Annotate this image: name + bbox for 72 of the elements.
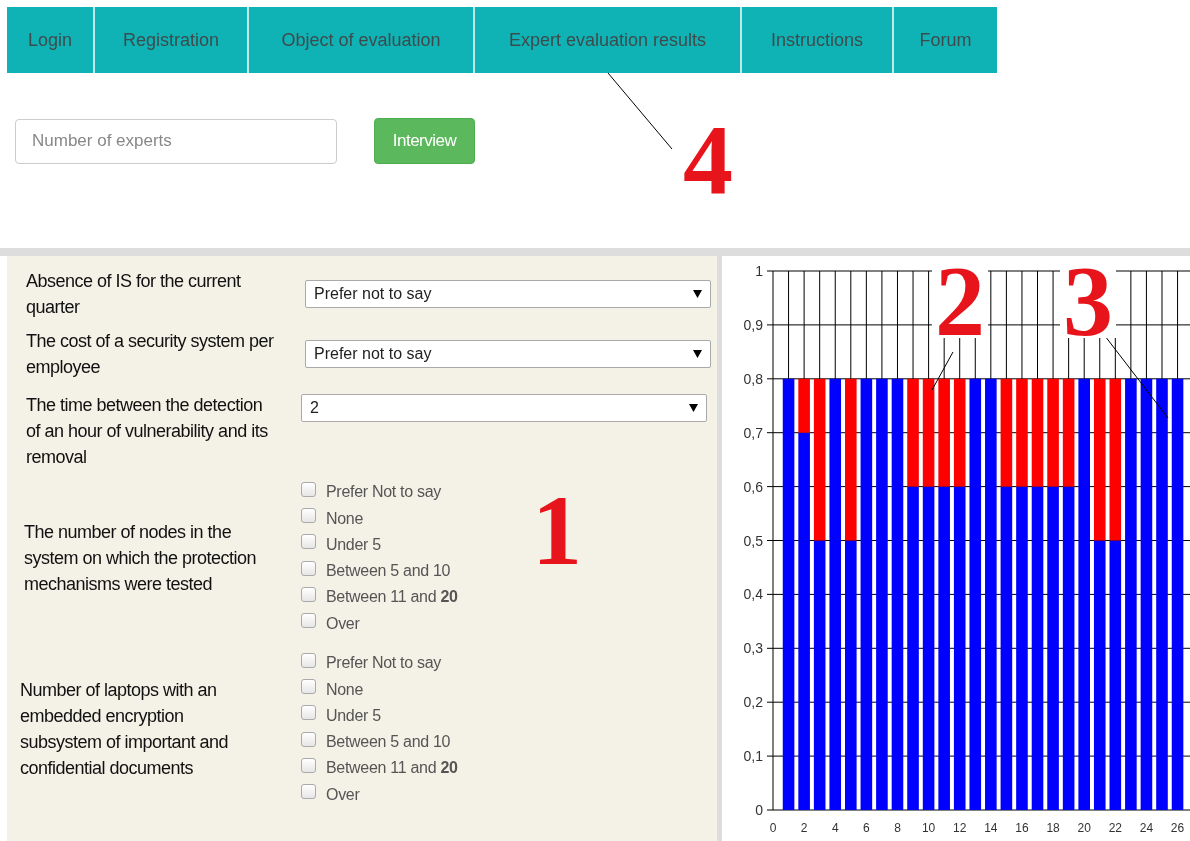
option-label: Prefer Not to say (326, 654, 441, 673)
experts-input[interactable]: Number of experts (15, 118, 337, 164)
x-tick-label: 6 (863, 821, 870, 835)
x-tick-label: 24 (1139, 821, 1154, 835)
x-tick-label: 14 (984, 821, 998, 835)
caret-icon (693, 350, 702, 358)
option-label: Between 11 and 20 (326, 588, 458, 607)
nav-tab[interactable]: Object of evaluation (249, 7, 475, 73)
checkbox[interactable] (301, 613, 316, 629)
callout-number: 4 (683, 110, 733, 210)
checkbox[interactable] (301, 731, 316, 747)
checkbox[interactable] (301, 784, 316, 800)
option-label: Between 5 and 10 (326, 733, 451, 752)
checkbox[interactable] (301, 534, 316, 550)
option-label: Over (326, 614, 360, 633)
callout-number: 3 (1063, 245, 1113, 356)
x-tick-label: 16 (1015, 821, 1029, 835)
option-label: Under 5 (326, 706, 381, 725)
dropdown[interactable]: Prefer not to say (305, 280, 711, 308)
y-tick-label: 0,8 (743, 370, 763, 387)
checkbox[interactable] (301, 586, 316, 602)
nav-tab[interactable]: Login (7, 7, 95, 73)
x-tick-label: 2 (800, 821, 808, 835)
question-label: The number of nodes in the system on which the protection mechanisms were tested (24, 521, 258, 596)
checkbox[interactable] (301, 757, 316, 773)
callout-number: 2 (935, 245, 985, 356)
checkbox[interactable] (301, 705, 316, 721)
y-tick-label: 0,6 (743, 478, 763, 495)
x-tick-label: 10 (921, 821, 936, 835)
checkbox[interactable] (301, 679, 316, 695)
option-label: Over (326, 785, 360, 804)
question-label: The time between the detection of an hour of vulnerability and its removal (26, 394, 269, 469)
checkbox[interactable] (301, 508, 316, 524)
nav-tab[interactable]: Forum (894, 7, 997, 73)
option-label: Between 11 and 20 (326, 759, 458, 778)
x-tick-label: 20 (1077, 821, 1091, 835)
nav-tab[interactable]: Registration (95, 7, 249, 73)
y-tick-label: 0,4 (743, 586, 763, 603)
nav-tab[interactable]: Expert evaluation results (475, 7, 742, 73)
option-label: Prefer Not to say (326, 483, 441, 502)
dropdown[interactable]: 2 (301, 394, 707, 422)
question-label: Number of laptops with an embedded encryption subsystem of important and confidential documents (20, 679, 230, 780)
option-label: None (326, 509, 364, 528)
option-label: Between 5 and 10 (326, 562, 451, 581)
question-label: Absence of IS for the current quarter (26, 270, 242, 319)
y-tick-label: 0,2 (743, 694, 763, 711)
checkbox[interactable] (301, 560, 316, 576)
x-tick-label: 26 (1170, 821, 1185, 835)
checkbox[interactable] (301, 652, 316, 668)
checkbox[interactable] (301, 481, 316, 497)
x-tick-label: 0 (769, 821, 777, 835)
x-tick-label: 18 (1046, 821, 1060, 835)
caret-icon (689, 404, 698, 412)
x-tick-label: 8 (894, 821, 901, 835)
interview-button[interactable]: Interview (374, 118, 475, 164)
y-tick-label: 1 (755, 263, 763, 279)
x-tick-label: 12 (953, 821, 967, 835)
caret-icon (693, 290, 702, 298)
option-label: None (326, 680, 364, 699)
option-label: Under 5 (326, 535, 381, 554)
x-tick-label: 4 (831, 821, 839, 835)
question-label: The cost of a security system per employee (26, 330, 275, 379)
callout-number: 1 (532, 481, 582, 581)
y-tick-label: 0,1 (743, 748, 763, 765)
y-tick-label: 0,3 (743, 640, 763, 657)
y-tick-label: 0,7 (743, 424, 763, 441)
x-tick-label: 22 (1108, 821, 1122, 835)
y-tick-label: 0,5 (743, 532, 763, 549)
y-tick-label: 0,9 (743, 316, 763, 333)
nav-tab[interactable]: Instructions (742, 7, 894, 73)
y-tick-label: 0 (755, 802, 763, 818)
dropdown[interactable]: Prefer not to say (305, 340, 711, 368)
